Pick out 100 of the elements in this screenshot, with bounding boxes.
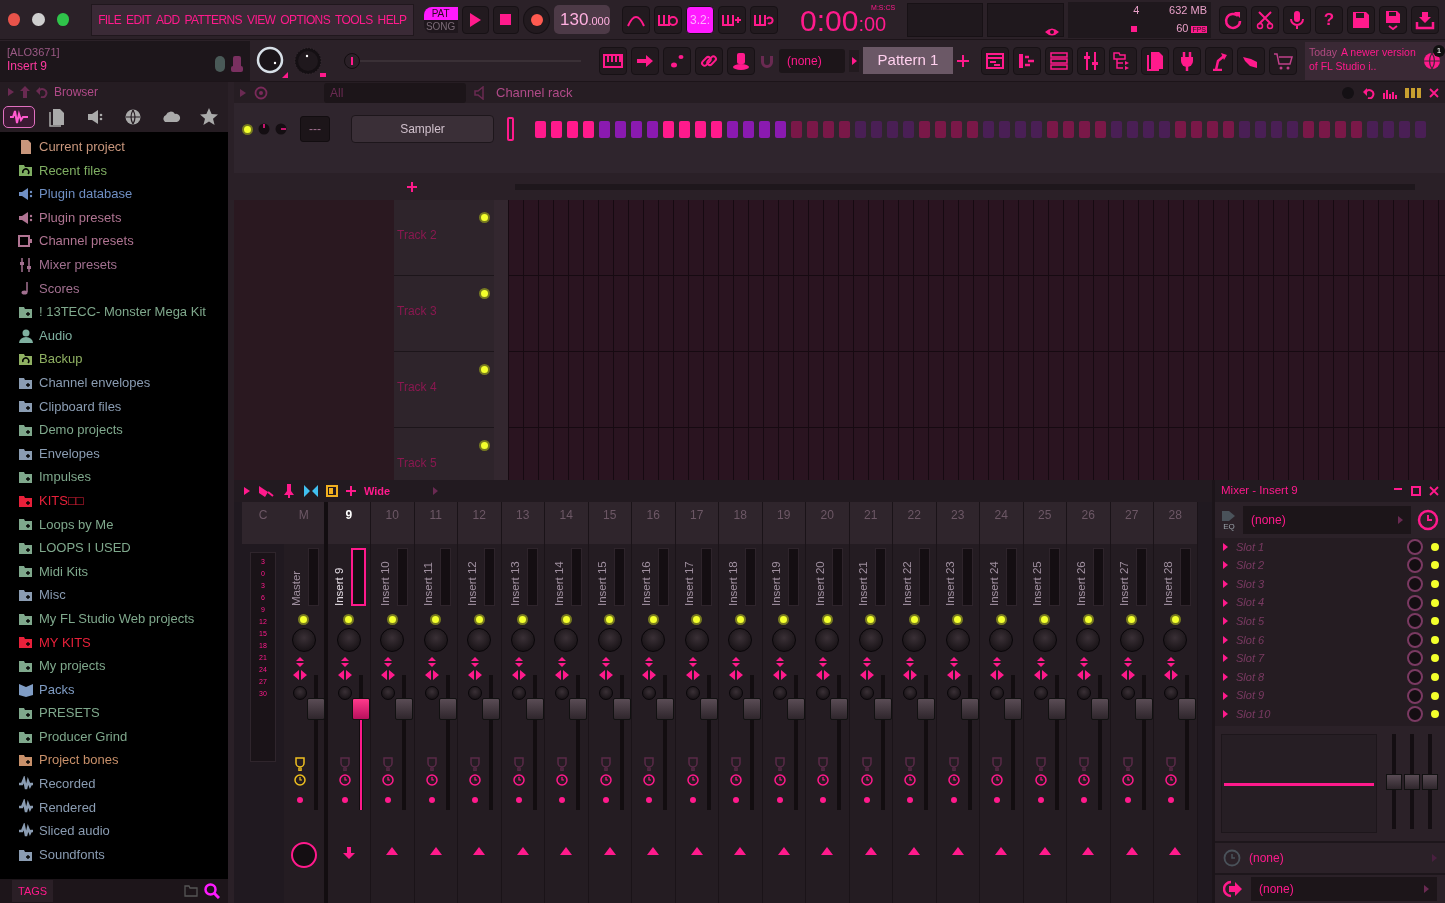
browser-item[interactable]: Producer Grind	[39, 726, 128, 747]
undo-icon[interactable]	[1363, 86, 1375, 99]
eq-band-thumb[interactable]	[1422, 773, 1438, 790]
clock-icon[interactable]	[425, 774, 438, 786]
fader-thumb[interactable]	[306, 697, 325, 720]
up-arrow-icon[interactable]	[1169, 847, 1182, 855]
up-arrow-icon[interactable]	[864, 847, 877, 855]
tags-button[interactable]: TAGS	[12, 879, 54, 903]
slot-led[interactable]	[1431, 561, 1439, 570]
close-window-button[interactable]	[8, 13, 21, 26]
strip-name[interactable]: Insert 9	[331, 548, 349, 606]
strip-name[interactable]: Insert 22	[898, 548, 916, 606]
browser-item[interactable]: MY KITS	[39, 632, 91, 652]
stereo-arrow-icon[interactable]	[598, 670, 613, 680]
stereo-arrow-icon[interactable]	[468, 670, 483, 680]
menu-item[interactable]: OPTIONS	[280, 10, 331, 29]
track-led[interactable]	[479, 288, 490, 299]
step-button[interactable]	[679, 120, 690, 138]
strip-name[interactable]: Insert 27	[1116, 548, 1134, 606]
channel-select-indicator[interactable]	[507, 117, 514, 141]
record-dot[interactable]	[559, 797, 566, 803]
up-arrow-icon[interactable]	[429, 847, 442, 855]
strip-led[interactable]	[952, 614, 964, 625]
record-dot[interactable]	[733, 797, 740, 803]
pattern-selector[interactable]: Pattern 1	[863, 47, 953, 74]
plus-icon[interactable]	[346, 486, 356, 496]
record-dot[interactable]	[994, 797, 1001, 803]
browser-item[interactable]: Packs	[39, 679, 75, 700]
up-down-arrow-icon[interactable]	[557, 657, 568, 667]
strip-name[interactable]: Insert 20	[811, 548, 829, 606]
strip-name[interactable]: Insert 19	[768, 548, 786, 606]
track-led[interactable]	[479, 212, 490, 223]
news-panel[interactable]: Today A newer version of FL Studio i.. 1	[1305, 41, 1445, 80]
browser-item[interactable]: KITS□□	[39, 490, 84, 511]
toolbar-button[interactable]	[1411, 5, 1440, 34]
strip-name[interactable]: Insert 14	[550, 548, 568, 606]
clock-icon[interactable]	[947, 774, 960, 786]
clock-icon[interactable]	[382, 774, 395, 786]
clock-icon[interactable]	[860, 774, 873, 786]
up-down-arrow-icon[interactable]	[600, 657, 611, 667]
strip-name[interactable]: Insert 21	[855, 548, 873, 606]
fader-thumb[interactable]	[395, 697, 414, 720]
browser-item[interactable]: Recent files	[39, 160, 107, 181]
browser-item[interactable]: Backup	[39, 349, 83, 369]
browser-item[interactable]: LOOPS I USED	[39, 538, 131, 558]
bowtie-icon[interactable]	[304, 484, 318, 498]
up-down-arrow-icon[interactable]	[992, 657, 1003, 667]
fader-thumb[interactable]	[743, 697, 762, 720]
step-button[interactable]	[583, 120, 594, 138]
strip-led[interactable]	[298, 614, 310, 625]
slot-led[interactable]	[1431, 598, 1439, 607]
toolbar-button[interactable]	[622, 5, 651, 34]
fader-thumb[interactable]	[830, 697, 849, 720]
up-arrow-icon[interactable]	[647, 847, 660, 855]
strip-led[interactable]	[908, 614, 920, 625]
down-arrow-icon[interactable]	[342, 847, 355, 859]
browser-item[interactable]: Audio	[39, 325, 73, 346]
slot-led[interactable]	[1431, 710, 1439, 719]
eq-band-thumb[interactable]	[1404, 773, 1420, 790]
strip-led[interactable]	[647, 614, 659, 625]
input-dropdown[interactable]: (none)	[1243, 506, 1411, 534]
menu-item[interactable]: ADD	[156, 10, 180, 29]
arrow-right-icon[interactable]	[1223, 598, 1228, 607]
up-arrow-icon[interactable]	[734, 847, 747, 855]
strip-led[interactable]	[865, 614, 877, 625]
toolbar-button[interactable]	[1251, 5, 1280, 34]
mode-toggle[interactable]: PAT	[423, 6, 458, 20]
strip-name[interactable]: Insert 28	[1159, 548, 1177, 606]
fader-thumb[interactable]	[1004, 697, 1023, 720]
up-arrow-icon[interactable]	[386, 847, 399, 855]
record-dot[interactable]	[385, 797, 392, 803]
browser-item[interactable]: My projects	[39, 656, 106, 676]
up-arrow-icon[interactable]	[995, 847, 1008, 855]
track-led[interactable]	[479, 440, 490, 451]
strip-name[interactable]: Insert 18	[724, 548, 742, 606]
up-arrow-icon[interactable]	[1038, 847, 1051, 855]
toolbar-button[interactable]	[1077, 46, 1105, 75]
toolbar-button[interactable]	[1045, 46, 1073, 75]
up-arrow-icon[interactable]	[516, 847, 529, 855]
strip-led[interactable]	[343, 614, 355, 625]
search-icon[interactable]	[204, 883, 220, 899]
stereo-arrow-icon[interactable]	[1120, 670, 1135, 680]
browser-tab[interactable]	[3, 106, 35, 128]
up-down-arrow-icon[interactable]	[1035, 657, 1046, 667]
record-dot[interactable]	[296, 797, 303, 803]
stereo-arrow-icon[interactable]	[337, 670, 352, 680]
eye-icon[interactable]	[1044, 27, 1059, 36]
eq-band-thumb[interactable]	[1386, 773, 1402, 790]
toolbar-button[interactable]	[695, 46, 723, 75]
arrow-right-icon[interactable]	[1223, 542, 1228, 551]
mix-knob[interactable]	[1407, 613, 1423, 630]
slot-led[interactable]	[1431, 542, 1439, 551]
fader-thumb[interactable]	[1134, 697, 1153, 720]
step-button[interactable]	[535, 120, 546, 138]
up-arrow-icon[interactable]	[690, 847, 703, 855]
up-down-arrow-icon[interactable]	[1122, 657, 1133, 667]
stereo-arrow-icon[interactable]	[642, 670, 657, 680]
record-dot[interactable]	[602, 797, 609, 803]
record-dot[interactable]	[950, 797, 957, 803]
up-down-arrow-icon[interactable]	[687, 657, 698, 667]
